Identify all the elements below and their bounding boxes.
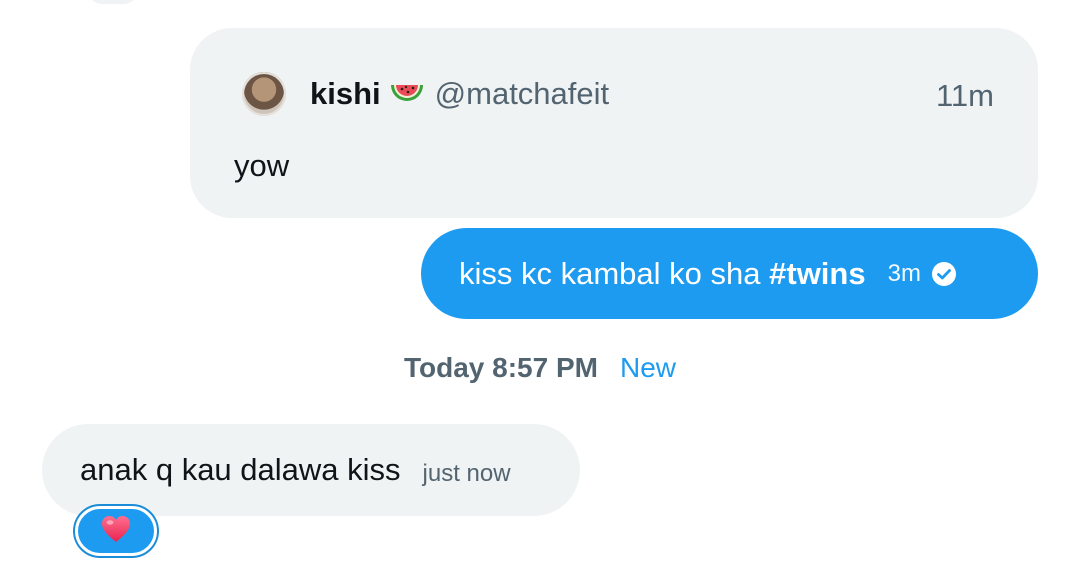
quoted-message-card[interactable]: kishi @matchafeit 11m yow (190, 28, 1038, 218)
date-divider: Today 8:57 PM New (0, 352, 1080, 384)
date-divider-label: Today 8:57 PM (404, 352, 598, 383)
heart-icon (100, 514, 132, 549)
previous-message-bubble-edge (88, 0, 138, 4)
quoted-message-time: 11m (935, 78, 994, 113)
received-message-bubble[interactable]: anak q kau dalawa kiss just now (42, 424, 580, 516)
author-name[interactable]: kishi (310, 76, 381, 112)
quoted-message-header: kishi @matchafeit (310, 72, 609, 116)
author-handle[interactable]: @matchafeit (435, 76, 609, 112)
received-message-time: just now (422, 460, 511, 487)
hashtag-link[interactable]: #twins (769, 256, 865, 291)
check-circle-icon (931, 261, 957, 287)
sent-message-body: kiss kc kambal ko sha (459, 255, 761, 291)
quoted-message-text: yow (234, 148, 290, 183)
watermelon-icon (389, 82, 425, 106)
received-message-text: anak q kau dalawa kiss (80, 452, 401, 487)
avatar[interactable] (242, 72, 286, 116)
sent-message-bubble[interactable]: kiss kc kambal ko sha #twins 3m (421, 228, 1038, 319)
sent-message-text: kiss kc kambal ko sha #twins (459, 256, 866, 292)
reaction-badge[interactable] (75, 506, 157, 556)
sent-message-time: 3m (887, 259, 921, 287)
new-messages-label: New (619, 352, 676, 383)
